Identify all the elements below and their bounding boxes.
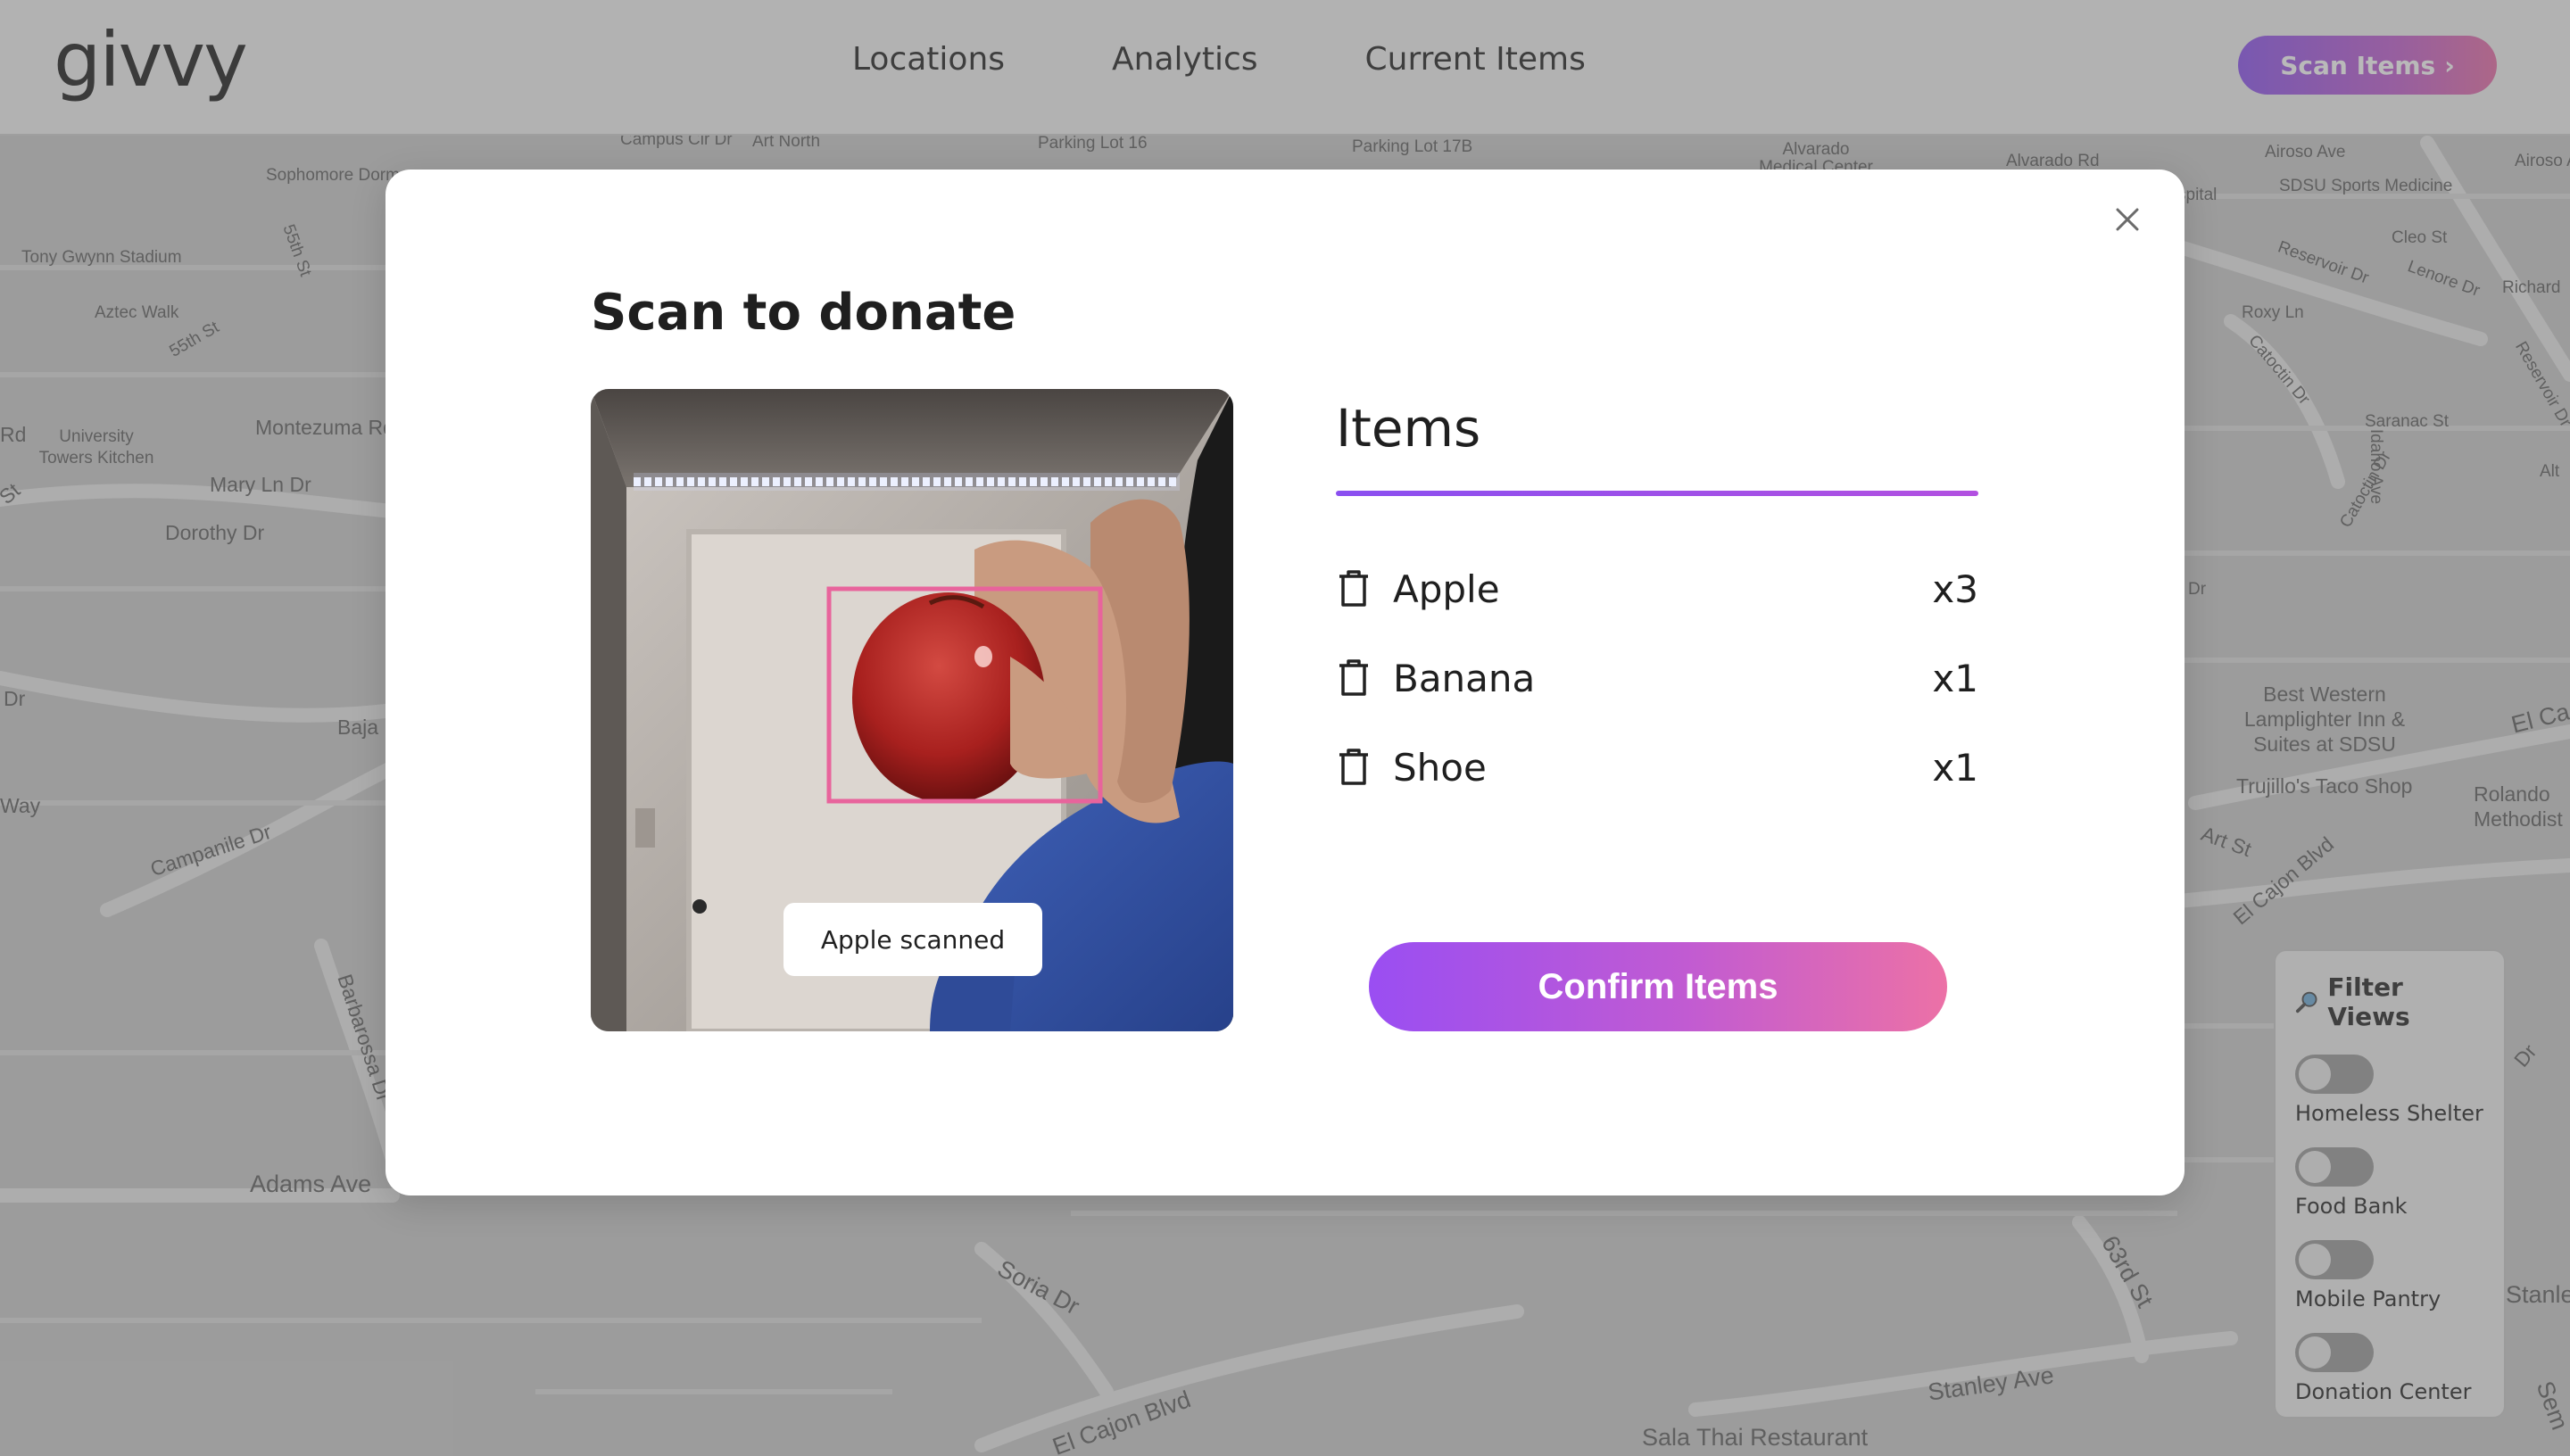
item-quantity: x3	[1932, 567, 1978, 611]
trash-icon[interactable]	[1336, 657, 1372, 699]
item-name: Shoe	[1393, 745, 1487, 790]
item-name: Banana	[1393, 656, 1536, 700]
items-heading: Items	[1336, 398, 1481, 459]
confirm-items-button[interactable]: Confirm Items	[1369, 942, 1947, 1031]
close-button[interactable]	[2110, 202, 2145, 237]
scan-status-toast: Apple scanned	[783, 903, 1042, 976]
item-quantity: x1	[1932, 745, 1978, 790]
item-quantity: x1	[1932, 656, 1978, 700]
modal-title: Scan to donate	[591, 284, 1016, 342]
list-item: Banana x1	[1336, 633, 1978, 723]
list-item: Apple x3	[1336, 544, 1978, 633]
camera-feed: Apple scanned	[591, 389, 1233, 1031]
items-divider	[1336, 491, 1978, 496]
item-name: Apple	[1393, 567, 1500, 611]
items-list: Apple x3 Banana x1 Shoe x1	[1336, 544, 1978, 812]
list-item: Shoe x1	[1336, 723, 1978, 812]
trash-icon[interactable]	[1336, 567, 1372, 610]
trash-icon[interactable]	[1336, 746, 1372, 789]
scan-to-donate-modal: Scan to donate Apple scanned Items Apple…	[386, 170, 2184, 1195]
close-icon	[2116, 208, 2139, 231]
